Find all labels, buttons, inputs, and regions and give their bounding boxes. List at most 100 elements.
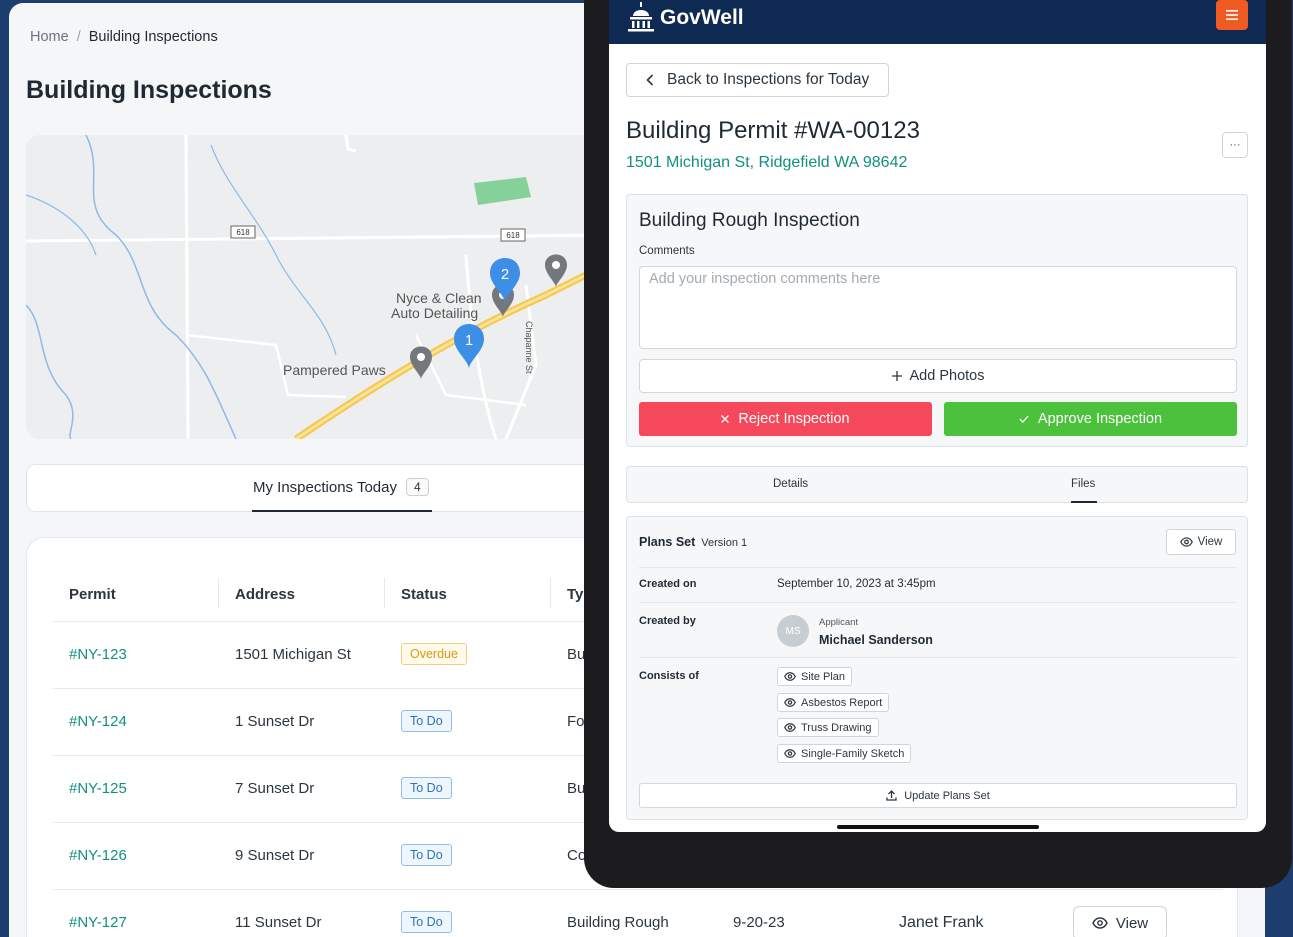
tab-label: My Inspections Today xyxy=(253,478,397,496)
page-title: Building Inspections xyxy=(26,76,272,104)
tab-files[interactable]: Files xyxy=(1071,478,1095,490)
type-cell: Building Rough xyxy=(567,914,669,931)
view-button[interactable]: View xyxy=(1073,906,1167,937)
check-icon xyxy=(1019,415,1029,423)
breadcrumb-current: Building Inspections xyxy=(88,29,218,45)
status-badge: To Do xyxy=(401,710,452,732)
created-on-row: Created on September 10, 2023 at 3:45pm xyxy=(639,567,1237,602)
consists-of-row: Consists of Site Plan Asbestos Report Tr… xyxy=(639,657,1237,773)
approve-label: Approve Inspection xyxy=(1037,411,1163,427)
plans-set-title: Plans Set Version 1 xyxy=(639,535,747,549)
column-divider xyxy=(550,578,551,608)
update-plans-set-button[interactable]: Update Plans Set xyxy=(639,783,1237,808)
breadcrumb-home[interactable]: Home xyxy=(30,29,69,45)
place-label: Auto Detailing xyxy=(391,305,478,321)
eye-icon xyxy=(1092,917,1108,929)
active-tab-indicator xyxy=(252,510,432,512)
pin-number: 1 xyxy=(465,332,473,349)
add-photos-label: Add Photos xyxy=(909,368,985,384)
file-chip-label: Single-Family Sketch xyxy=(801,747,905,760)
permit-link[interactable]: #NY-127 xyxy=(69,914,127,931)
date-cell: 9-20-23 xyxy=(733,914,785,931)
chevron-left-icon xyxy=(646,74,654,86)
column-header-permit: Permit xyxy=(69,586,116,603)
status-badge: To Do xyxy=(401,911,452,933)
close-icon xyxy=(721,415,730,423)
address-cell: 9 Sunset Dr xyxy=(235,847,315,864)
file-chip-site-plan[interactable]: Site Plan xyxy=(777,667,853,686)
add-photos-button[interactable]: Add Photos xyxy=(639,359,1237,393)
file-chip-label: Asbestos Report xyxy=(801,696,883,709)
plans-view-button[interactable]: View xyxy=(1166,529,1236,555)
file-chip-single-family-sketch[interactable]: Single-Family Sketch xyxy=(777,744,912,763)
update-label: Update Plans Set xyxy=(904,789,990,802)
creator-name: Michael Sanderson xyxy=(819,633,933,647)
more-options-button[interactable]: ··· xyxy=(1222,132,1248,158)
menu-button[interactable] xyxy=(1216,0,1248,30)
column-divider xyxy=(384,578,385,608)
file-chip-label: Site Plan xyxy=(801,670,846,683)
plans-version: Version 1 xyxy=(701,537,748,549)
permit-link[interactable]: #NY-126 xyxy=(69,847,127,864)
place-label: Nyce & Clean xyxy=(396,290,482,306)
inspection-tabs: My Inspections Today 4 xyxy=(26,464,646,512)
status-badge: Overdue xyxy=(401,643,467,665)
status-badge: To Do xyxy=(401,844,452,866)
place-label: Pampered Paws xyxy=(283,362,386,378)
plus-icon xyxy=(891,371,902,381)
tablet-screen: GovWell Back to Inspections for Today Bu… xyxy=(609,0,1266,832)
view-label: View xyxy=(1197,536,1223,548)
govwell-logo[interactable]: GovWell xyxy=(626,2,744,34)
type-cell: Fo xyxy=(567,713,585,730)
eye-icon xyxy=(784,749,796,758)
street-label: Chapanne St xyxy=(524,321,534,374)
tablet-frame: GovWell Back to Inspections for Today Bu… xyxy=(584,0,1292,888)
file-chip-asbestos-report[interactable]: Asbestos Report xyxy=(777,693,890,712)
capitol-icon xyxy=(628,2,654,32)
eye-icon xyxy=(784,723,796,732)
table-row[interactable]: #NY-127 11 Sunset Dr To Do Building Roug… xyxy=(53,890,1223,937)
back-label: Back to Inspections for Today xyxy=(667,71,870,88)
created-by-label: Created by xyxy=(639,615,696,627)
comments-textarea[interactable]: Add your inspection comments here xyxy=(639,266,1237,349)
active-tab-indicator xyxy=(1071,501,1097,503)
breadcrumb: Home / Building Inspections xyxy=(30,29,218,45)
type-cell: Bu xyxy=(567,780,586,797)
inspection-map[interactable]: 618 618 Chapanne St Nyce & Clean Auto De… xyxy=(26,135,626,439)
reject-inspection-button[interactable]: Reject Inspection xyxy=(639,402,932,436)
detail-tabs: Details Files xyxy=(626,466,1248,503)
brand-name: GovWell xyxy=(660,6,744,29)
upload-icon xyxy=(886,790,897,801)
plans-set-card: Plans Set Version 1 View Created on Septe… xyxy=(626,516,1248,820)
route-label: 618 xyxy=(236,228,250,237)
address-cell: 11 Sunset Dr xyxy=(235,914,322,931)
file-chip-truss-drawing[interactable]: Truss Drawing xyxy=(777,718,879,737)
tab-details[interactable]: Details xyxy=(773,478,808,490)
eye-icon xyxy=(784,672,796,681)
view-label: View xyxy=(1115,914,1149,932)
app-header: GovWell xyxy=(609,0,1266,44)
back-button[interactable]: Back to Inspections for Today xyxy=(626,63,889,97)
creator-role: Applicant xyxy=(819,617,859,628)
permit-link[interactable]: #NY-124 xyxy=(69,713,127,730)
eye-icon xyxy=(784,698,796,707)
created-by-row: Created by MS Applicant Michael Sanderso… xyxy=(639,602,1237,657)
tab-my-inspections[interactable]: My Inspections Today 4 xyxy=(253,478,429,496)
consists-of-label: Consists of xyxy=(639,670,699,682)
breadcrumb-separator: / xyxy=(76,29,81,45)
permit-address[interactable]: 1501 Michigan St, Ridgefield WA 98642 xyxy=(626,154,907,172)
inspection-title: Building Rough Inspection xyxy=(639,210,860,231)
pin-number: 2 xyxy=(501,266,509,283)
home-indicator[interactable] xyxy=(837,825,1039,829)
approve-inspection-button[interactable]: Approve Inspection xyxy=(944,402,1237,436)
permit-link[interactable]: #NY-123 xyxy=(69,646,127,663)
permit-link[interactable]: #NY-125 xyxy=(69,780,127,797)
address-cell: 1 Sunset Dr xyxy=(235,713,315,730)
plans-set-name: Plans Set xyxy=(639,535,696,549)
column-header-address: Address xyxy=(235,586,296,603)
created-on-label: Created on xyxy=(639,578,697,590)
type-cell: Bu xyxy=(567,646,586,663)
column-header-type: Ty xyxy=(567,586,584,603)
created-on-value: September 10, 2023 at 3:45pm xyxy=(777,578,936,590)
address-cell: 1501 Michigan St xyxy=(235,646,351,663)
